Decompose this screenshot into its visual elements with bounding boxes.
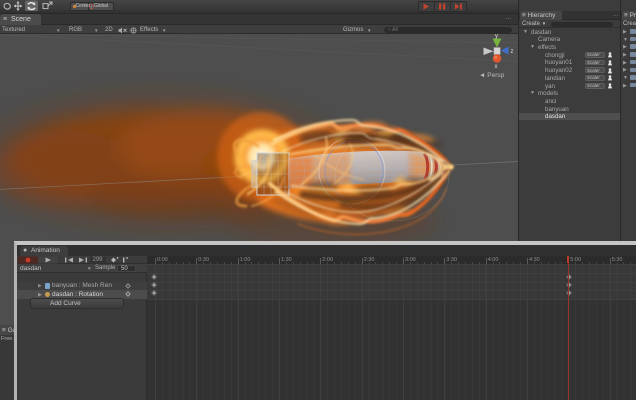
svg-text:x: x (495, 64, 498, 70)
svg-text:z: z (511, 49, 514, 55)
svg-text:◄ Persp: ◄ Persp (479, 72, 505, 79)
svg-text:y: y (495, 34, 498, 40)
